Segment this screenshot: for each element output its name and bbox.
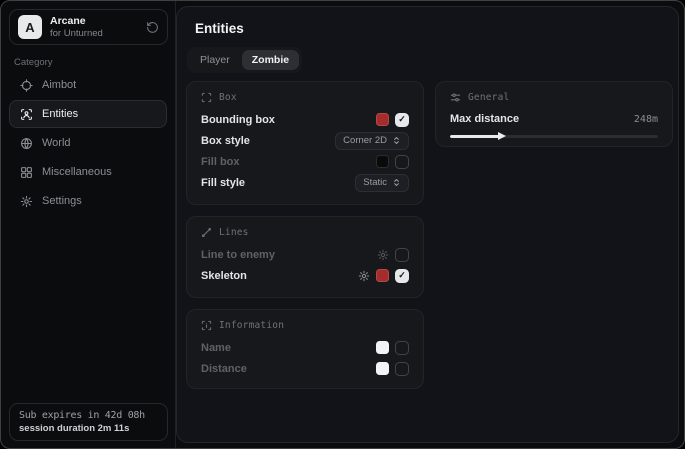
fill-box-checkbox[interactable] — [395, 155, 409, 169]
general-card: General Max distance 248m — [435, 81, 673, 147]
sidebar-item-settings[interactable]: Settings — [9, 187, 167, 215]
setting-row-bounding-box: Bounding box — [201, 109, 409, 130]
setting-label: Bounding box — [201, 114, 275, 126]
setting-label: Skeleton — [201, 270, 247, 282]
bounding-box-color-swatch[interactable] — [376, 113, 389, 126]
fill-style-dropdown[interactable]: Static — [355, 174, 409, 192]
name-checkbox[interactable] — [395, 341, 409, 355]
setting-row-name: Name — [201, 337, 409, 358]
arcane-window: A Arcane for Unturned Category Aimbot — [0, 0, 685, 449]
distance-color-swatch[interactable] — [376, 362, 389, 375]
lines-card-header: Lines — [201, 227, 409, 238]
sidebar-item-world[interactable]: World — [9, 129, 167, 157]
box-card-title: Box — [219, 92, 237, 103]
max-distance-slider[interactable] — [450, 131, 658, 136]
setting-row-line-to-enemy: Line to enemy — [201, 244, 409, 265]
box-card-header: Box — [201, 92, 409, 103]
person-scan-icon — [20, 108, 33, 121]
skeleton-checkbox[interactable] — [395, 269, 409, 283]
app-subtitle: for Unturned — [50, 28, 103, 39]
sidebar-nav: Aimbot Entities World Miscellaneous — [9, 71, 167, 215]
sliders-icon — [450, 92, 461, 103]
tab-player[interactable]: Player — [190, 50, 240, 70]
name-color-swatch[interactable] — [376, 341, 389, 354]
sidebar-item-aimbot[interactable]: Aimbot — [9, 71, 167, 99]
setting-row-max-distance: Max distance 248m — [450, 109, 658, 129]
dropdown-value: Corner 2D — [343, 135, 387, 146]
tab-zombie[interactable]: Zombie — [242, 50, 299, 70]
scan-info-icon — [201, 320, 212, 331]
slider-fill — [450, 135, 502, 138]
lines-card: Lines Line to enemy Skeleton — [186, 216, 424, 298]
sidebar-item-label: Miscellaneous — [42, 166, 112, 178]
app-name: Arcane — [50, 15, 103, 27]
sidebar-item-label: World — [42, 137, 71, 149]
setting-row-fill-style: Fill style Static — [201, 172, 409, 193]
setting-row-box-style: Box style Corner 2D — [201, 130, 409, 151]
gear-icon — [20, 195, 33, 208]
setting-row-skeleton: Skeleton — [201, 265, 409, 286]
information-card-header: Information — [201, 320, 409, 331]
sidebar-item-label: Entities — [42, 108, 78, 120]
page-title: Entities — [195, 21, 244, 36]
subscription-card: Sub expires in 42d 08h session duration … — [9, 403, 168, 441]
diagonal-line-icon — [201, 227, 212, 238]
dropdown-value: Static — [363, 177, 387, 188]
box-style-dropdown[interactable]: Corner 2D — [335, 132, 409, 150]
lines-card-title: Lines — [219, 227, 249, 238]
globe-icon — [20, 137, 33, 150]
slider-track[interactable] — [450, 135, 658, 138]
setting-label: Fill style — [201, 177, 245, 189]
line-settings-gear-icon[interactable] — [377, 249, 389, 261]
app-title-block: Arcane for Unturned — [50, 15, 103, 39]
subscription-expiry: Sub expires in 42d 08h — [19, 410, 158, 421]
sidebar-item-miscellaneous[interactable]: Miscellaneous — [9, 158, 167, 186]
refresh-icon[interactable] — [146, 21, 159, 34]
setting-label: Box style — [201, 135, 250, 147]
sidebar-item-entities[interactable]: Entities — [9, 100, 167, 128]
session-duration: session duration 2m 11s — [19, 423, 158, 434]
category-label: Category — [14, 57, 53, 68]
chevrons-up-down-icon — [392, 178, 401, 187]
max-distance-value: 248m — [634, 114, 658, 125]
line-to-enemy-checkbox[interactable] — [395, 248, 409, 262]
app-logo: A — [18, 15, 42, 39]
setting-label: Distance — [201, 363, 247, 375]
distance-checkbox[interactable] — [395, 362, 409, 376]
skeleton-settings-gear-icon[interactable] — [358, 270, 370, 282]
sidebar-item-label: Settings — [42, 195, 82, 207]
bounding-box-checkbox[interactable] — [395, 113, 409, 127]
information-card: Information Name Distance — [186, 309, 424, 389]
sidebar: A Arcane for Unturned Category Aimbot — [1, 1, 176, 448]
crosshair-icon — [20, 79, 33, 92]
chevrons-up-down-icon — [392, 136, 401, 145]
box-card: Box Bounding box Box style Corner 2D — [186, 81, 424, 205]
sidebar-item-label: Aimbot — [42, 79, 76, 91]
general-card-header: General — [450, 92, 658, 103]
setting-label: Fill box — [201, 156, 240, 168]
setting-label: Name — [201, 342, 231, 354]
fill-box-color-swatch[interactable] — [376, 155, 389, 168]
information-card-title: Information — [219, 320, 284, 331]
skeleton-color-swatch[interactable] — [376, 269, 389, 282]
tab-bar: Player Zombie — [187, 47, 302, 73]
setting-row-distance: Distance — [201, 358, 409, 379]
slider-thumb[interactable] — [498, 132, 506, 140]
grid-icon — [20, 166, 33, 179]
setting-row-fill-box: Fill box — [201, 151, 409, 172]
setting-label: Line to enemy — [201, 249, 275, 261]
general-card-title: General — [468, 92, 509, 103]
main-panel: Entities Player Zombie Box Bounding box — [176, 6, 679, 443]
app-header-card: A Arcane for Unturned — [9, 9, 168, 45]
scan-corners-icon — [201, 92, 212, 103]
setting-label: Max distance — [450, 113, 519, 125]
